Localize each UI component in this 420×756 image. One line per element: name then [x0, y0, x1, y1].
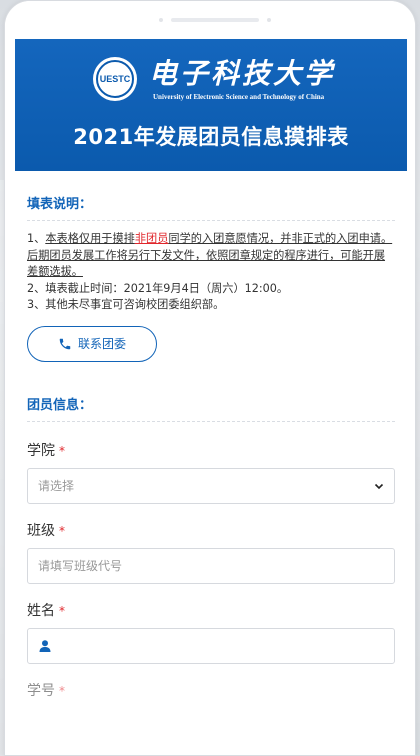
instructions-text: 1、本表格仅用于摸排非团员同学的入团意愿情况，并非正式的入团申请。后期团员发展工… [27, 231, 395, 314]
college-label-text: 学院 [27, 442, 55, 459]
university-name-cn: 电子科技大学 [149, 57, 336, 90]
name-label-text: 姓名 [27, 602, 55, 619]
college-select-placeholder: 请选择 [38, 479, 75, 493]
speaker-bar [171, 18, 259, 22]
university-logo: UESTC 电子科技大学 University of Electronic Sc… [93, 57, 335, 101]
form-page: UESTC 电子科技大学 University of Electronic Sc… [15, 39, 407, 755]
page-header: UESTC 电子科技大学 University of Electronic Sc… [15, 39, 407, 171]
class-label: 班级 * [27, 520, 395, 540]
phone-top-bar [5, 1, 415, 39]
phone-icon [59, 338, 71, 349]
name-input[interactable] [27, 627, 395, 664]
page-title: 2021年发展团员信息摸排表 [73, 125, 349, 149]
class-label-text: 班级 [27, 522, 55, 539]
instructions-title: 填表说明： [27, 193, 395, 221]
instructions-section: 填表说明： 1、本表格仅用于摸排非团员同学的入团意愿情况，并非正式的入团申请。后… [15, 193, 407, 362]
class-input[interactable]: 请填写班级代号 [27, 547, 395, 584]
line1-underlined-start: 本表格仅用于摸排 [45, 232, 135, 245]
required-mark: * [59, 523, 65, 538]
required-mark: * [59, 683, 65, 698]
university-name-en: University of Electronic Science and Tec… [153, 93, 325, 101]
member-info-title: 团员信息： [27, 394, 395, 422]
instruction-line-2: 2、填表截止时间：2021年9月4日（周六）12:00。 [27, 281, 289, 295]
college-label: 学院 * [27, 440, 395, 460]
required-mark: * [59, 603, 65, 618]
required-mark: * [59, 443, 65, 458]
member-info-section: 团员信息： 学院 * 请选择 班级 * 请填写班级代号 姓名 * 学号 * [15, 394, 407, 700]
university-emblem-icon: UESTC [93, 57, 137, 101]
sensor-dot [267, 18, 271, 22]
user-icon [39, 639, 51, 652]
contact-league-button[interactable]: 联系团委 [27, 325, 157, 362]
class-input-placeholder: 请填写班级代号 [38, 559, 123, 573]
line1-prefix: 1、 [27, 232, 46, 245]
instruction-line-1: 1、本表格仅用于摸排非团员同学的入团意愿情况，并非正式的入团申请。后期团员发展工… [27, 231, 395, 281]
university-name: 电子科技大学 University of Electronic Science … [149, 57, 335, 101]
chevron-down-icon [374, 483, 384, 489]
college-select[interactable]: 请选择 [27, 467, 395, 504]
emblem-text: UESTC [96, 60, 134, 98]
instruction-line-3: 3、其他未尽事宜可咨询校团委组织部。 [27, 298, 225, 311]
phone-frame: UESTC 电子科技大学 University of Electronic Sc… [4, 0, 416, 756]
contact-button-label: 联系团委 [77, 337, 126, 351]
camera-dot [159, 18, 163, 22]
student-id-label-text: 学号 [27, 682, 55, 699]
student-id-label: 学号 * [27, 680, 395, 700]
non-member-highlight: 非团员 [134, 232, 169, 245]
name-label: 姓名 * [27, 600, 395, 620]
